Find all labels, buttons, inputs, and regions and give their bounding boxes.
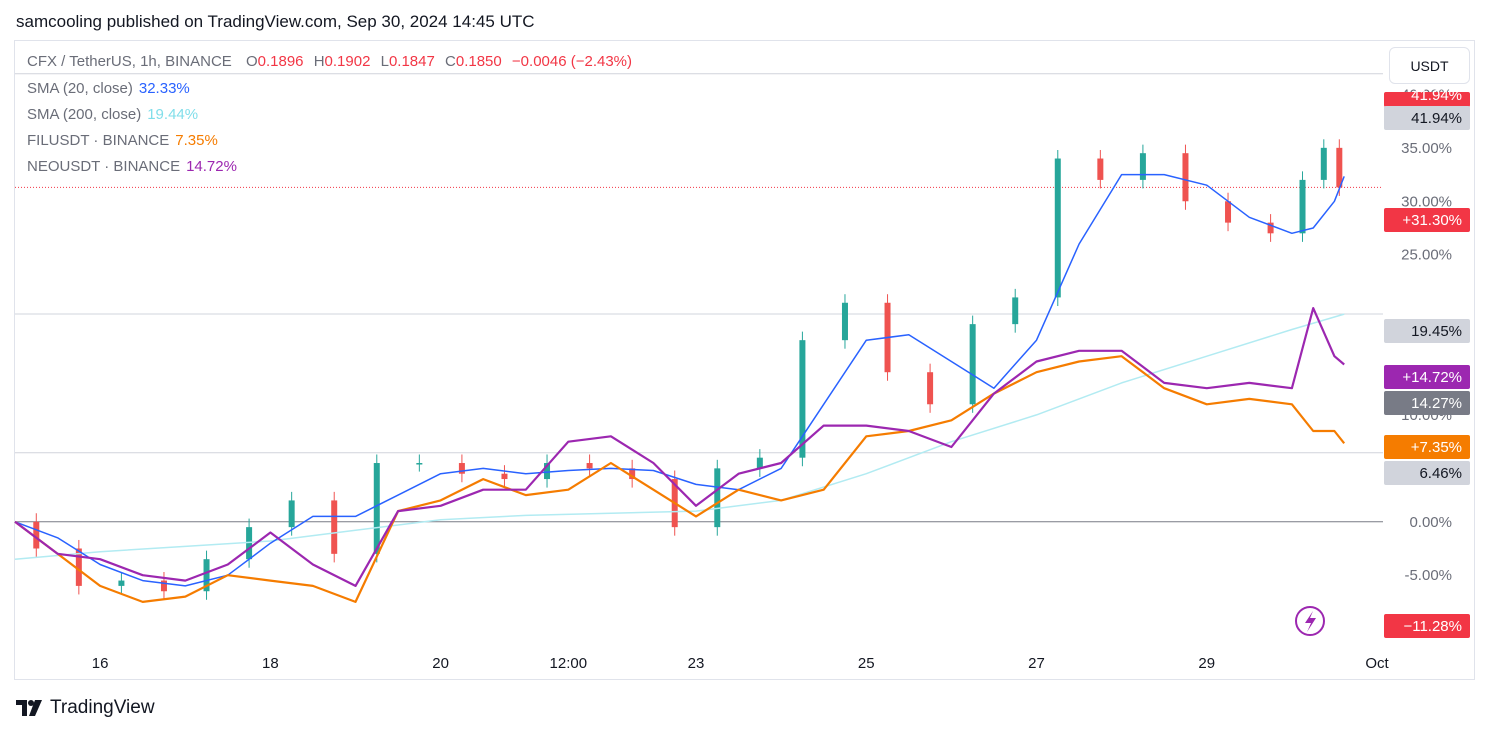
currency-button[interactable]: USDT <box>1389 47 1470 84</box>
legend-sma200-value: 19.44% <box>147 106 199 123</box>
legend-sma20-value: 32.33% <box>138 80 190 97</box>
footer-brand-text: TradingView <box>50 697 155 718</box>
legend-main-row: CFX / TetherUS, 1h, BINANCE O0.1896 H0.1… <box>27 53 644 70</box>
legend-ohlc: O0.1896 H0.1902 L0.1847 C0.1850 −0.0046 … <box>245 53 633 70</box>
legend-high: 0.1902 <box>324 53 371 70</box>
legend-close: 0.1850 <box>455 53 502 70</box>
publisher-header: samcooling published on TradingView.com,… <box>16 12 535 31</box>
chart-frame <box>14 40 1475 680</box>
legend-neo-value: 14.72% <box>186 158 237 175</box>
legend-change: −0.0046 (−2.43%) <box>511 53 633 70</box>
legend-sma20[interactable]: SMA (20, close) 32.33% <box>27 80 196 97</box>
legend-symbol[interactable]: CFX / TetherUS, 1h, BINANCE <box>27 53 232 70</box>
footer-brand[interactable]: TradingView <box>16 697 155 719</box>
legend-fil[interactable]: FILUSDT · BINANCE 7.35% <box>27 132 224 149</box>
tradingview-logo-icon <box>16 700 42 716</box>
legend-fil-value: 7.35% <box>175 132 218 149</box>
legend-low: 0.1847 <box>388 53 435 70</box>
legend-sma200[interactable]: SMA (200, close) 19.44% <box>27 106 204 123</box>
legend-neo[interactable]: NEOUSDT · BINANCE 14.72% <box>27 158 243 175</box>
legend-open: 0.1896 <box>257 53 304 70</box>
